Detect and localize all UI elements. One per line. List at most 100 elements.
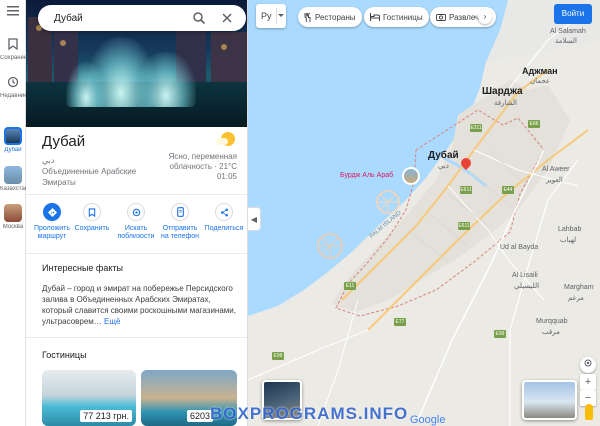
map-label-dubai[interactable]: Дубай — [428, 150, 459, 161]
search-input[interactable] — [54, 10, 194, 26]
watermark-text: BOXPROGRAMS.INFO — [210, 404, 409, 423]
chevron-left-icon: ◀ — [250, 214, 258, 224]
language-selector[interactable]: Ру — [256, 4, 286, 28]
rail-recent-dubai[interactable]: Дубай — [0, 127, 26, 153]
chip-restaurants-label: Рестораны — [315, 12, 356, 22]
map-label-al-lisaili: Al Lisaili — [512, 272, 538, 279]
chip-hotels[interactable]: Гостиницы — [364, 7, 429, 27]
local-time: 01:05 — [216, 172, 237, 181]
map-label-al-aweer: Al Aweer — [542, 166, 570, 173]
map-label-al-aweer-ar: العوير — [546, 177, 563, 184]
sign-in-button[interactable]: Войти — [554, 4, 592, 24]
divider — [26, 337, 247, 338]
language-value: Ру — [261, 11, 272, 21]
map-label-al-salamah-ar: السلامة — [555, 38, 578, 45]
map-label-ud-al-bayda: Ud al Bayda — [500, 244, 539, 251]
google-logo: Google — [410, 414, 445, 426]
weather-info: Ясно, переменная облачность · 21°C 01:05 — [155, 152, 237, 182]
map-canvas[interactable]: Al Salamah السلامة Аджман عجمان Шарджа ا… — [248, 0, 600, 426]
rail-recent-moscow[interactable]: Москва — [0, 204, 26, 230]
road-shield: E311 — [470, 124, 482, 132]
road-shield: E99 — [272, 352, 284, 360]
place-country: Объединенные Арабские Эмираты — [42, 167, 137, 187]
road-shield: E77 — [394, 318, 406, 326]
weather-description: Ясно, переменная облачность · 21°C — [168, 152, 237, 171]
hamburger-icon — [7, 6, 19, 16]
map-label-lahbab-ar: لهباب — [560, 237, 577, 244]
google-logo-text: Google — [410, 414, 446, 426]
place-panel: Дубай دبي Объединенные Арабские Эмираты … — [26, 0, 248, 426]
place-native-name: دبي — [42, 156, 55, 165]
divider — [26, 253, 247, 254]
close-icon[interactable] — [220, 11, 234, 25]
zoom-in-button[interactable]: + — [580, 374, 596, 390]
phone-icon — [176, 207, 184, 217]
directions-button[interactable]: Проложить маршрут — [32, 203, 72, 241]
map-label-al-salamah: Al Salamah — [550, 28, 586, 35]
save-button[interactable]: Сохранить — [72, 203, 112, 233]
directions-icon — [47, 207, 57, 217]
rail-saved-button[interactable]: Сохранено — [0, 38, 26, 61]
hotel-card[interactable]: 77 213 грн. — [42, 370, 136, 426]
map-label-ajman[interactable]: Аджман — [522, 66, 558, 76]
save-label: Сохранить — [74, 225, 110, 232]
nearby-button[interactable]: Искать поблизости — [116, 203, 156, 241]
send-to-phone-label: Отправить на телефон — [161, 225, 199, 240]
menu-button[interactable] — [0, 6, 26, 19]
rail-recent-label: Недавние — [0, 93, 26, 99]
map-label-ajman-ar: عجمان — [530, 78, 551, 85]
action-bar: Проложить маршрут Сохранить Искать побли… — [32, 203, 244, 247]
collapse-panel-button[interactable]: ◀ — [248, 207, 261, 231]
road-shield: E99 — [494, 330, 506, 338]
search-box — [38, 5, 246, 31]
road-shield: E611 — [458, 222, 470, 230]
place-title: Дубай — [42, 133, 86, 150]
left-rail: Сохранено Недавние Дубай Казахстан Москв… — [0, 0, 26, 426]
hotels-title: Гостиницы — [42, 350, 87, 360]
rail-recent-button[interactable]: Недавние — [0, 76, 26, 99]
history-icon — [7, 76, 19, 88]
map-label-burj-al-arab[interactable]: Бурдж Аль Араб — [340, 172, 393, 179]
chip-entertainment[interactable]: Развлече › — [430, 7, 496, 27]
facts-more-link[interactable]: Ещё — [104, 317, 120, 326]
share-icon — [220, 208, 228, 216]
my-location-button[interactable] — [580, 357, 596, 373]
directions-label: Проложить маршрут — [33, 225, 71, 240]
my-location-icon — [584, 359, 592, 367]
road-shield: E44 — [502, 186, 514, 194]
map-label-al-lisaili-ar: الليسيلي — [514, 283, 540, 290]
rail-recent-kazakhstan[interactable]: Казахстан — [0, 166, 26, 192]
chevron-down-icon — [278, 14, 284, 17]
moscow-thumbnail — [4, 204, 22, 222]
search-icon[interactable] — [192, 11, 206, 25]
restaurant-icon — [304, 12, 311, 22]
pegman-icon[interactable] — [585, 404, 593, 420]
burj-al-arab-photo-marker[interactable] — [402, 167, 420, 185]
map-label-sharjah[interactable]: Шарджа — [482, 86, 523, 97]
share-button[interactable]: Поделиться — [204, 203, 244, 233]
camera-icon — [436, 14, 446, 21]
map-label-murqquab: Murqquab — [536, 318, 568, 325]
facts-text: Дубай – город и эмират на побережье Перс… — [42, 283, 242, 327]
map-label-lahbab: Lahbab — [558, 226, 582, 233]
map-geometry — [248, 0, 600, 426]
chevron-right-icon[interactable]: › — [478, 10, 492, 24]
road-shield: E11 — [344, 282, 356, 290]
rail-saved-label: Сохранено — [0, 55, 26, 61]
street-view-preview[interactable] — [522, 380, 577, 420]
hotel-icon — [370, 13, 380, 21]
rail-kazakhstan-label: Казахстан — [0, 186, 26, 192]
chip-restaurants[interactable]: Рестораны — [298, 7, 362, 27]
send-to-phone-button[interactable]: Отправить на телефон — [160, 203, 200, 241]
weather-icon — [216, 132, 235, 146]
bookmark-icon — [88, 207, 96, 217]
road-shield: E611 — [460, 186, 472, 194]
share-label: Поделиться — [204, 225, 244, 232]
dubai-thumbnail — [4, 127, 22, 145]
map-label-dubai-ar: دبي — [438, 163, 449, 170]
map-label-sharjah-ar: الشارقة — [494, 100, 517, 107]
nearby-icon — [132, 208, 140, 216]
plus-icon: + — [584, 376, 592, 388]
facts-body: Дубай – город и эмират на побережье Перс… — [42, 284, 236, 326]
minus-icon: − — [584, 392, 592, 404]
